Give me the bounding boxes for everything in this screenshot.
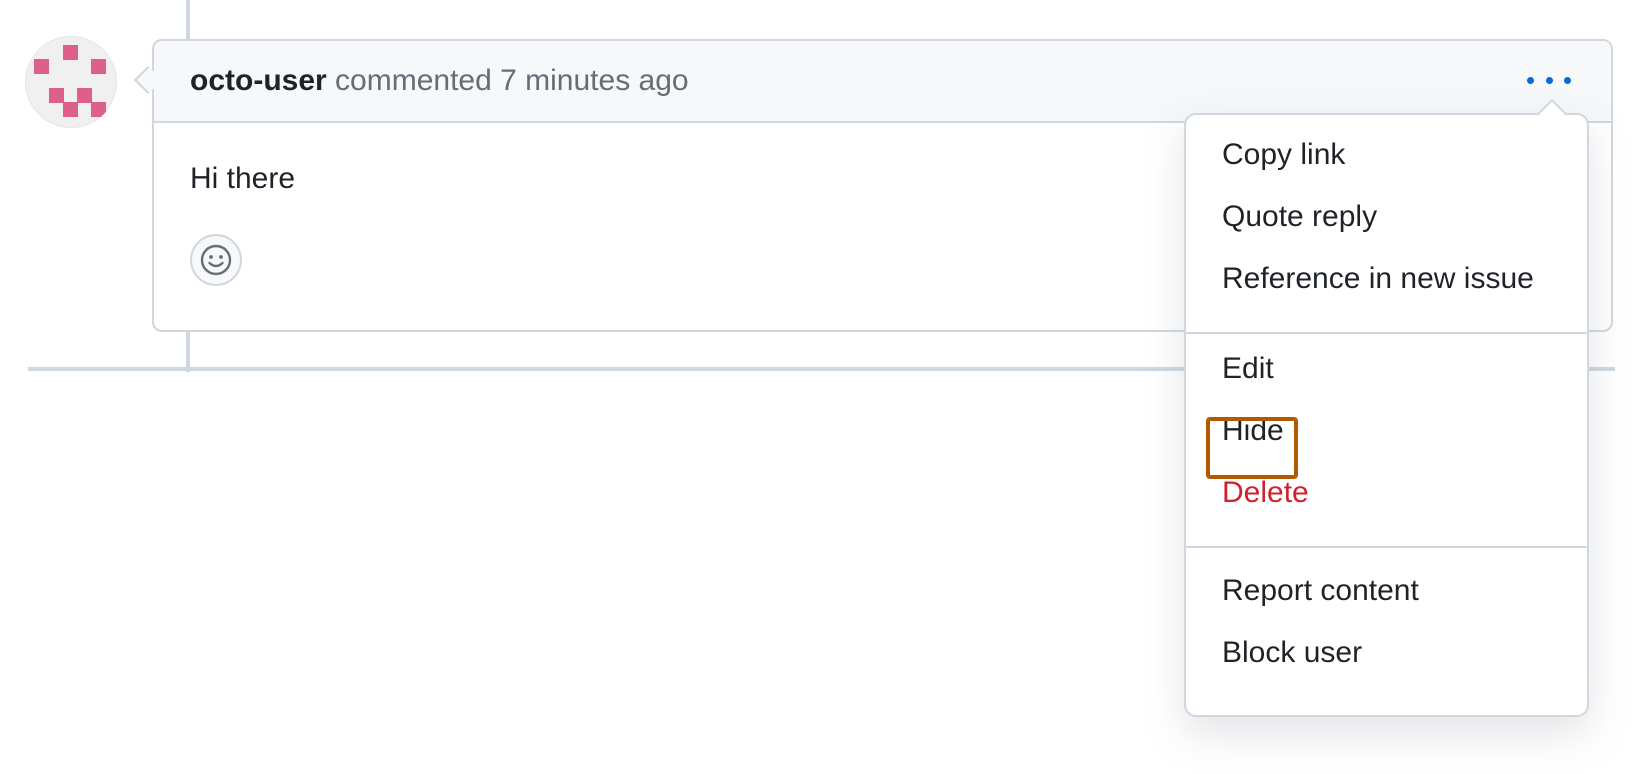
avatar-pixel: [91, 59, 106, 74]
menu-item-block-user[interactable]: Block user: [1222, 635, 1362, 671]
kebab-horizontal-icon[interactable]: [1527, 65, 1571, 95]
menu-item-hide[interactable]: Hide: [1222, 413, 1284, 449]
menu-item-edit[interactable]: Edit: [1222, 351, 1274, 387]
comment-timestamp[interactable]: 7 minutes ago: [500, 64, 688, 97]
comment-action: commented: [335, 64, 492, 97]
avatar-pixel: [77, 88, 92, 103]
menu-divider: [1186, 332, 1587, 334]
menu-item-quote-reply[interactable]: Quote reply: [1222, 199, 1377, 235]
kebab-dot: [1564, 76, 1571, 84]
kebab-dot: [1527, 76, 1534, 84]
comment-author[interactable]: octo-user: [190, 64, 327, 97]
avatar-pixel: [91, 102, 106, 117]
avatar-pixel: [49, 88, 64, 103]
menu-item-reference-in-new-issue[interactable]: Reference in new issue: [1222, 261, 1534, 297]
add-reaction-button[interactable]: [190, 234, 242, 286]
comment-options-menu: Copy link Quote reply Reference in new i…: [1184, 113, 1589, 717]
comment-body: Hi there: [190, 162, 296, 195]
avatar-pixel: [63, 102, 78, 117]
menu-item-copy-link[interactable]: Copy link: [1222, 137, 1345, 173]
comment-header: octo-user commented 7 minutes ago: [154, 41, 1611, 123]
menu-item-report-content[interactable]: Report content: [1222, 573, 1419, 609]
comment-header-text: octo-user commented 7 minutes ago: [190, 63, 689, 99]
issue-timeline: octo-user commented 7 minutes ago Hi the…: [0, 0, 1640, 774]
avatar-pixel: [34, 59, 49, 74]
kebab-dot: [1545, 76, 1553, 84]
menu-item-delete[interactable]: Delete: [1222, 475, 1309, 511]
menu-divider: [1186, 546, 1587, 548]
smiley-icon: [200, 244, 232, 276]
avatar[interactable]: [25, 36, 117, 128]
avatar-pixel: [63, 45, 78, 60]
